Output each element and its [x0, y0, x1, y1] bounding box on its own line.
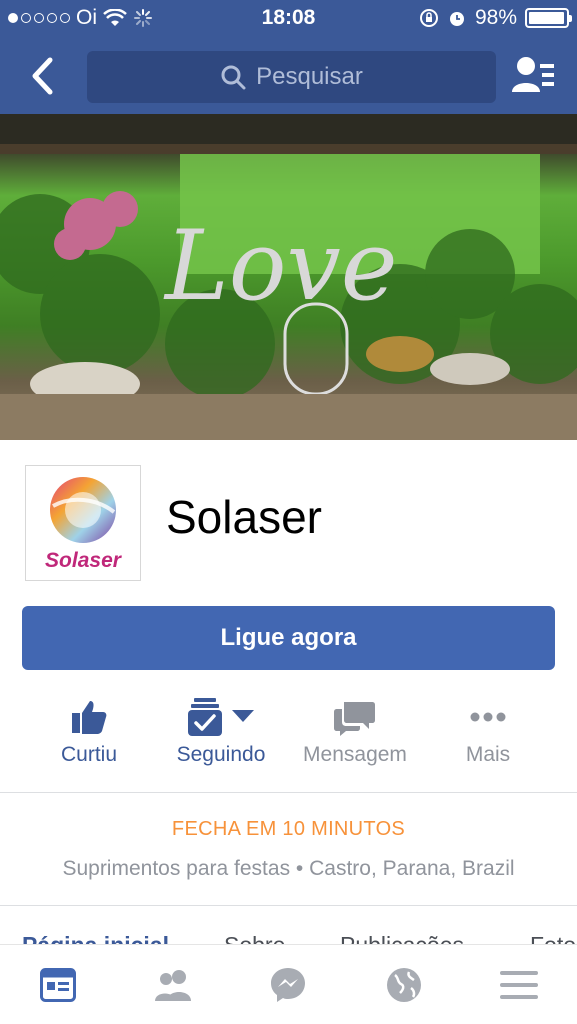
- divider: [0, 905, 577, 906]
- more-label: Mais: [465, 743, 511, 766]
- status-right: 98%: [419, 6, 572, 30]
- liked-label: Curtiu: [60, 743, 118, 766]
- search-placeholder: Pesquisar: [256, 63, 363, 90]
- page-location[interactable]: Castro, Parana, Brazil: [309, 857, 514, 880]
- friend-requests-icon: [512, 57, 554, 92]
- call-now-button[interactable]: Ligue agora: [22, 606, 555, 670]
- opening-hours-status: FECHA EM 10 MINUTOS: [171, 818, 406, 840]
- bottom-tab-bar: [0, 944, 577, 1024]
- separator-dot: •: [295, 857, 310, 880]
- friends-tab[interactable]: [153, 965, 193, 1005]
- thumbs-up-icon: [72, 701, 107, 734]
- friend-requests-button[interactable]: [510, 54, 558, 98]
- following-check-icon: [188, 698, 222, 736]
- liked-button[interactable]: Curtiu: [24, 695, 154, 785]
- more-button[interactable]: Mais: [423, 695, 553, 785]
- notifications-globe-tab[interactable]: [384, 965, 424, 1005]
- divider: [0, 792, 577, 793]
- messenger-tab[interactable]: [268, 965, 308, 1005]
- menu-icon: [500, 971, 538, 999]
- search-input[interactable]: Pesquisar: [87, 51, 496, 103]
- message-label: Mensagem: [303, 743, 407, 766]
- tab-posts[interactable]: Publicações: [340, 932, 464, 944]
- cover-illustration: Love: [0, 114, 577, 440]
- page-category-location: Suprimentos para festas • Castro, Parana…: [0, 857, 577, 881]
- tab-about[interactable]: Sobre: [224, 932, 285, 944]
- page-profile-picture[interactable]: Solaser: [25, 465, 141, 581]
- chevron-down-icon[interactable]: [232, 710, 254, 724]
- news-feed-icon: [40, 968, 76, 1002]
- cover-photo[interactable]: Love: [0, 114, 577, 440]
- friends-icon: [155, 970, 191, 1001]
- globe-icon: [387, 968, 421, 1002]
- page-title: Solaser: [166, 491, 322, 543]
- page-category[interactable]: Suprimentos para festas: [62, 857, 290, 880]
- alarm-icon: [449, 12, 464, 26]
- tab-home[interactable]: Página inicial: [22, 932, 169, 944]
- back-arrow-icon: [32, 57, 53, 95]
- battery-percent: 98%: [474, 6, 517, 29]
- battery-icon: [525, 8, 572, 28]
- tab-photos[interactable]: Fotos: [530, 932, 577, 944]
- news-feed-tab[interactable]: [38, 965, 78, 1005]
- search-icon: [221, 65, 246, 90]
- menu-tab[interactable]: [499, 965, 539, 1005]
- status-bar: Oi 18:08 98%: [0, 0, 577, 38]
- page-actions: Curtiu Seguindo Mensagem Mais: [0, 695, 577, 785]
- page-tabs: Página inicial Sobre Publicações Fotos: [0, 926, 577, 944]
- message-button[interactable]: Mensagem: [290, 695, 420, 785]
- messenger-icon: [271, 968, 305, 1002]
- more-dots-icon: [470, 712, 506, 722]
- following-label: Seguindo: [176, 743, 266, 766]
- top-bar: Oi 18:08 98% Pesquisar: [0, 0, 577, 114]
- message-bubbles-icon: [334, 702, 375, 736]
- cover-love-text: Love: [163, 210, 398, 322]
- following-button[interactable]: Seguindo: [156, 695, 286, 785]
- back-button[interactable]: [24, 56, 60, 96]
- rotation-lock-icon: [419, 9, 438, 27]
- solaser-logo: Solaser: [45, 477, 123, 572]
- logo-wordmark: Solaser: [45, 549, 123, 572]
